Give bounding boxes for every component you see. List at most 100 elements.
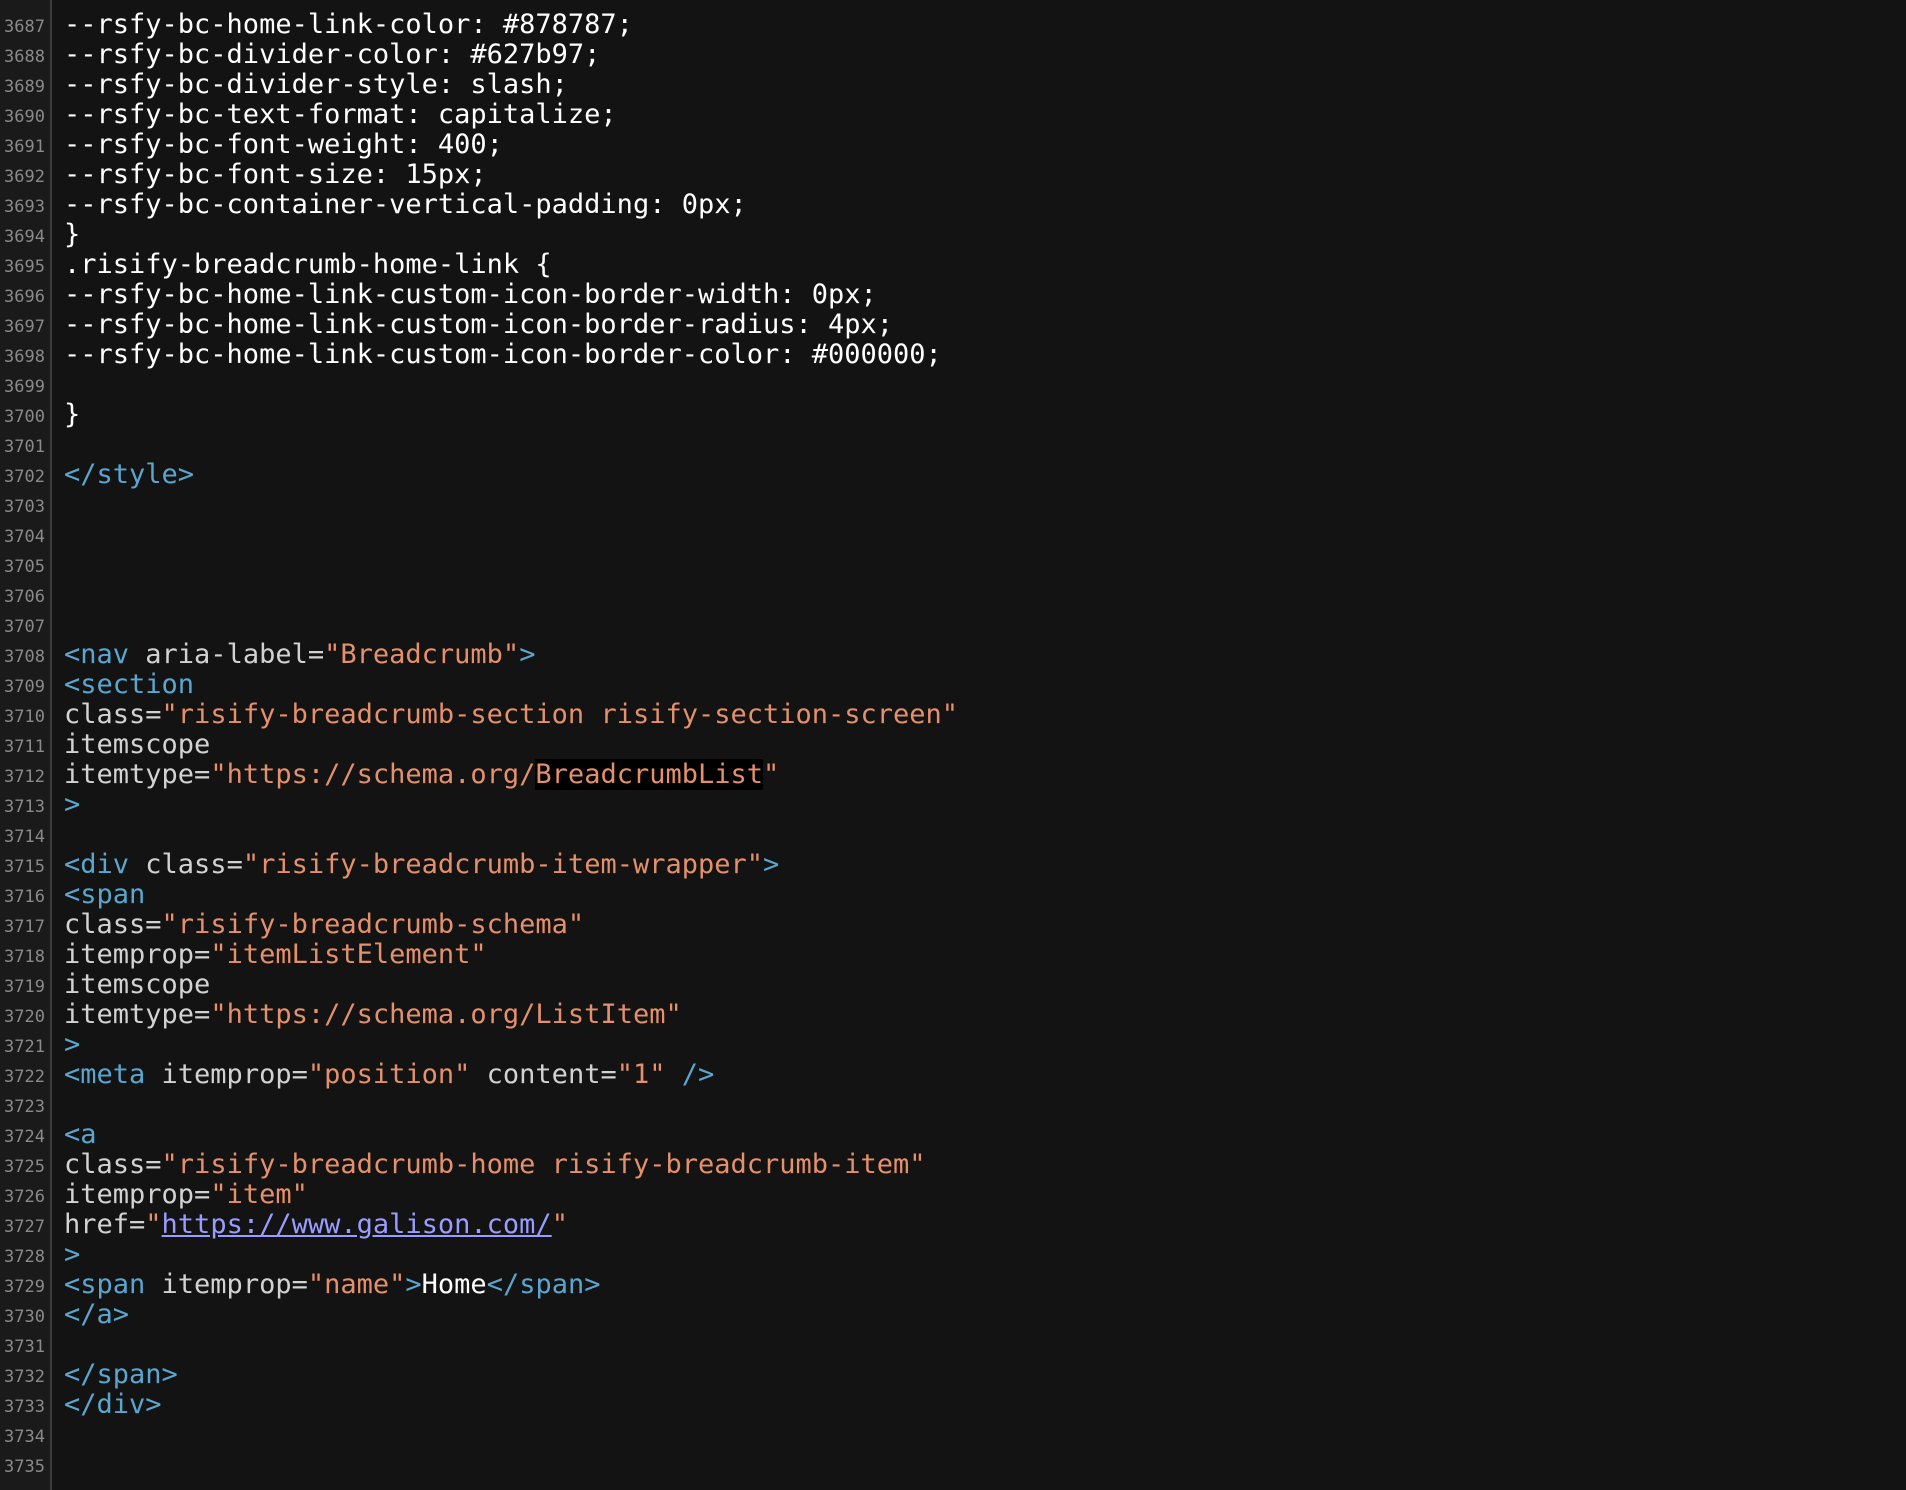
- line-content: <div class="risify-breadcrumb-item-wrapp…: [64, 850, 779, 880]
- code-token: "risify-breadcrumb-home risify-breadcrum…: [161, 1149, 926, 1180]
- line-number: 3699: [4, 377, 45, 397]
- code-line: 3700}: [0, 400, 1906, 430]
- code-line: 3728 >: [0, 1240, 1906, 1270]
- line-number: 3692: [4, 167, 45, 187]
- code-line: 3717 class="risify-breadcrumb-schema": [0, 910, 1906, 940]
- code-line: 3706: [0, 580, 1906, 610]
- line-number: 3705: [4, 557, 45, 577]
- code-token: --rsfy-bc-home-link-custom-icon-border-w…: [64, 279, 877, 310]
- line-number: 3716: [4, 887, 45, 907]
- code-token: ": [551, 1209, 568, 1240]
- code-line: 3701: [0, 430, 1906, 460]
- code-token: "Breadcrumb": [324, 639, 520, 670]
- code-token: itemtype=: [64, 759, 211, 790]
- code-line: 3711 itemscope: [0, 730, 1906, 760]
- code-line: 3692 --rsfy-bc-font-size: 15px;: [0, 160, 1906, 190]
- code-token: "https://schema.org/ListItem": [210, 999, 682, 1030]
- code-lines: 3687 --rsfy-bc-home-link-color: #878787; 3…: [0, 10, 1906, 1480]
- code-token: <span: [64, 879, 146, 910]
- line-number: 3725: [4, 1157, 45, 1177]
- code-line: 3722 <meta itemprop="position" content="1…: [0, 1060, 1906, 1090]
- code-token: "name": [307, 1269, 406, 1300]
- code-line: 3694}: [0, 220, 1906, 250]
- line-number: 3732: [4, 1367, 45, 1387]
- line-number: 3720: [4, 1007, 45, 1027]
- code-token: </span>: [486, 1269, 601, 1300]
- line-content: <span: [64, 880, 145, 910]
- code-line: 3733 </div>: [0, 1390, 1906, 1420]
- code-line: 3735: [0, 1450, 1906, 1480]
- line-content: itemtype="https://schema.org/BreadcrumbL…: [64, 759, 779, 790]
- code-line: 3713 >: [0, 790, 1906, 820]
- line-number: 3730: [4, 1307, 45, 1327]
- code-token: BreadcrumbList: [535, 759, 763, 790]
- line-content: --rsfy-bc-font-weight: 400;: [64, 130, 503, 160]
- line-number: 3688: [4, 47, 45, 67]
- line-number: 3721: [4, 1037, 45, 1057]
- code-token: aria-label=: [129, 639, 325, 670]
- line-content: itemtype="https://schema.org/ListItem": [64, 1000, 682, 1030]
- code-token: class=: [64, 699, 162, 730]
- code-line: 3729 <span itemprop="name">Home</span>: [0, 1270, 1906, 1300]
- line-content: >: [64, 790, 80, 820]
- code-token: </style>: [64, 459, 195, 490]
- code-line: 3725 class="risify-breadcrumb-home risify…: [0, 1150, 1906, 1180]
- code-token: href=: [64, 1209, 146, 1240]
- line-number: 3722: [4, 1067, 45, 1087]
- code-token: >: [405, 1269, 422, 1300]
- code-token: --rsfy-bc-font-weight: 400;: [64, 129, 503, 160]
- url-link[interactable]: https://www.galison.com/: [162, 1209, 552, 1240]
- code-token: <meta: [64, 1059, 146, 1090]
- line-number: 3703: [4, 497, 45, 517]
- code-line: 3696 --rsfy-bc-home-link-custom-icon-bord…: [0, 280, 1906, 310]
- line-number: 3700: [4, 407, 45, 427]
- code-token: itemprop=: [64, 939, 211, 970]
- line-content: itemprop="item": [64, 1180, 308, 1210]
- line-content: class="risify-breadcrumb-home risify-bre…: [64, 1150, 926, 1180]
- code-token: "item": [210, 1179, 308, 1210]
- code-token: >: [64, 789, 81, 820]
- line-number: 3693: [4, 197, 45, 217]
- line-content: class="risify-breadcrumb-schema": [64, 910, 584, 940]
- code-line: 3697 --rsfy-bc-home-link-custom-icon-bord…: [0, 310, 1906, 340]
- line-content: --rsfy-bc-home-link-custom-icon-border-c…: [64, 340, 942, 370]
- line-number: 3709: [4, 677, 45, 697]
- code-token: </a>: [64, 1299, 130, 1330]
- code-token: >: [64, 1029, 81, 1060]
- line-number: 3728: [4, 1247, 45, 1267]
- code-line: 3727 href="https://www.galison.com/": [0, 1210, 1906, 1240]
- line-content: <nav aria-label="Breadcrumb">: [64, 640, 535, 670]
- code-line: 3715 <div class="risify-breadcrumb-item-w…: [0, 850, 1906, 880]
- code-line: 3712 itemtype="https://schema.org/Breadcr…: [0, 759, 1906, 790]
- code-token: <div: [64, 849, 130, 880]
- code-line: 3730 </a>: [0, 1300, 1906, 1330]
- line-number: 3701: [4, 437, 45, 457]
- code-line: 3716 <span: [0, 880, 1906, 910]
- line-number: 3712: [4, 767, 45, 787]
- code-token: }: [64, 219, 81, 250]
- line-content: --rsfy-bc-home-link-custom-icon-border-r…: [64, 310, 893, 340]
- code-line: 3732 </span>: [0, 1360, 1906, 1390]
- line-content: <section: [64, 670, 194, 700]
- code-line: 3705: [0, 550, 1906, 580]
- code-line: 3723: [0, 1090, 1906, 1120]
- code-token: </div>: [64, 1389, 162, 1420]
- code-line: 3699: [0, 370, 1906, 400]
- code-line: 3698 --rsfy-bc-home-link-custom-icon-bord…: [0, 340, 1906, 370]
- code-token: </span>: [64, 1359, 178, 1390]
- code-line: 3718 itemprop="itemListElement": [0, 940, 1906, 970]
- line-number: 3713: [4, 797, 45, 817]
- code-token: "risify-breadcrumb-section risify-sectio…: [161, 699, 959, 730]
- code-token: "itemListElement": [210, 939, 487, 970]
- line-content: --rsfy-bc-divider-style: slash;: [64, 70, 568, 100]
- code-token: <section: [64, 669, 195, 700]
- code-token: itemtype=: [64, 999, 211, 1030]
- line-number: 3690: [4, 107, 45, 127]
- code-token: itemprop=: [64, 1179, 211, 1210]
- code-token: />: [665, 1059, 715, 1090]
- code-token: --rsfy-bc-container-vertical-padding: 0p…: [64, 189, 747, 220]
- source-code-viewer: 3687 --rsfy-bc-home-link-color: #878787; 3…: [0, 0, 1906, 1490]
- code-line: 3703: [0, 490, 1906, 520]
- line-number: 3733: [4, 1397, 45, 1417]
- line-number: 3724: [4, 1127, 45, 1147]
